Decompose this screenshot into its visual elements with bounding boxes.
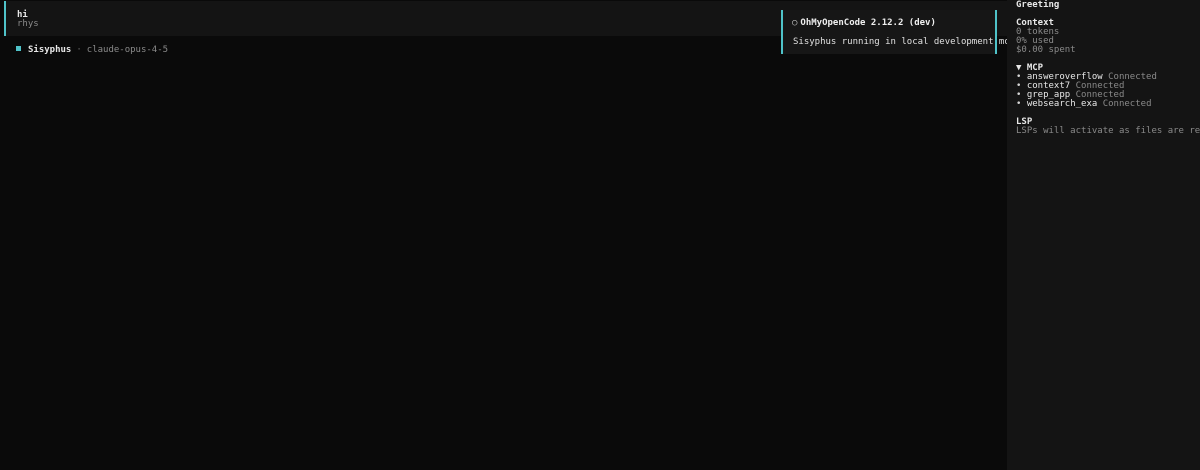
- mcp-status: Connected: [1102, 99, 1152, 109]
- toast-title-row: ○ OhMyOpenCode 2.12.2 (dev): [792, 19, 936, 28]
- main-panel: hi rhys Sisyphus · claude-opus-4-5 ○ OhMyOp…: [0, 0, 1026, 470]
- sidebar: Greeting Context 0 tokens 0% used $0.00 …: [1007, 0, 1200, 470]
- toast-title: OhMyOpenCode 2.12.2 (dev): [800, 18, 936, 28]
- mcp-name: websearch_exa: [1026, 99, 1098, 109]
- session-title: Greeting: [1016, 0, 1060, 10]
- lsp-note: LSPs will activate as files are read: [1016, 126, 1200, 136]
- agent-name: Sisyphus: [28, 45, 72, 55]
- message-author: rhys: [17, 19, 39, 29]
- toast-body: Sisyphus running in local development mo…: [793, 37, 1026, 47]
- separator: ·: [76, 45, 82, 55]
- circle-icon: ○: [792, 18, 798, 28]
- toast-notification[interactable]: ○ OhMyOpenCode 2.12.2 (dev) Sisyphus runn…: [781, 10, 1026, 54]
- context-spent: $0.00 spent: [1016, 45, 1076, 55]
- agent-status-line: Sisyphus · claude-opus-4-5: [16, 46, 168, 55]
- model-name: claude-opus-4-5: [86, 45, 169, 55]
- bullet: •: [1016, 99, 1022, 109]
- mcp-item-websearch-exa: • websearch_exa Connected: [1016, 100, 1152, 109]
- agent-square-icon: [16, 46, 21, 51]
